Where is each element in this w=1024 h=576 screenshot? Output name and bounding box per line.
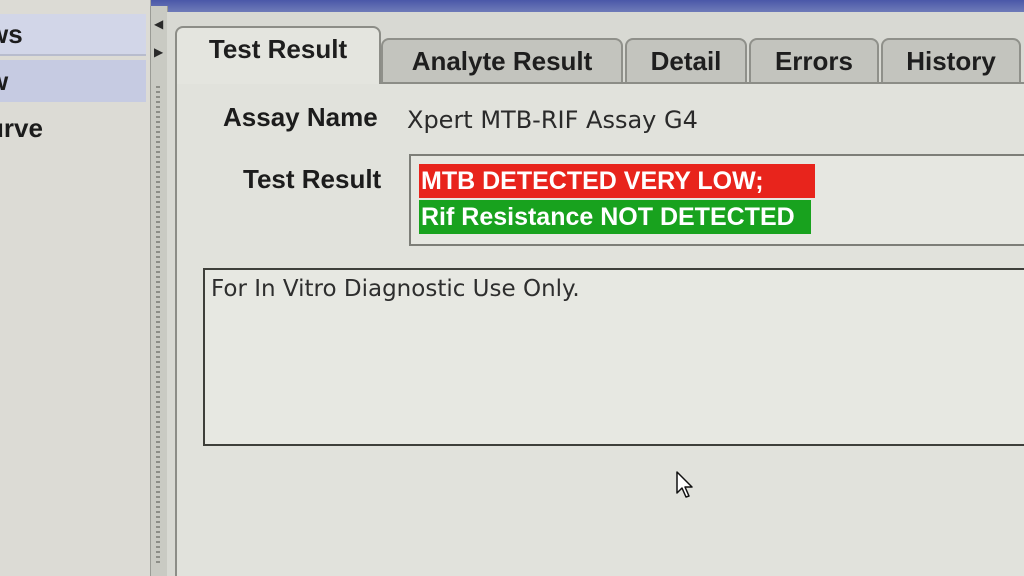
notes-text-area[interactable]: For In Vitro Diagnostic Use Only. [203, 268, 1024, 446]
triangle-left-icon[interactable]: ◀ [154, 18, 163, 30]
tab-bar: Test Result Analyte Result Detail Errors… [167, 22, 1024, 84]
tab-test-result[interactable]: Test Result [175, 26, 381, 84]
app-window: ws w urve ◀ ▶ Test Result Analyte Result… [0, 0, 1024, 576]
panel-splitter[interactable]: ◀ ▶ [150, 6, 168, 576]
left-navigation-panel: ws w urve [0, 0, 151, 576]
nav-item-label: ws [0, 19, 23, 49]
triangle-right-icon[interactable]: ▶ [154, 46, 163, 58]
nav-item-view[interactable]: w [0, 60, 146, 102]
splitter-grip[interactable] [156, 86, 160, 566]
test-result-box: MTB DETECTED VERY LOW; Rif Resistance NO… [409, 154, 1024, 246]
test-result-label: Test Result [243, 164, 382, 194]
mtb-result-line: MTB DETECTED VERY LOW; [419, 164, 815, 198]
notes-text: For In Vitro Diagnostic Use Only. [211, 276, 580, 302]
main-panel: Test Result Analyte Result Detail Errors… [167, 12, 1024, 576]
nav-item-label: urve [0, 113, 43, 143]
mouse-pointer-icon [676, 471, 693, 498]
tab-errors[interactable]: Errors [749, 38, 879, 82]
tab-analyte-result[interactable]: Analyte Result [381, 38, 623, 82]
assay-name-label: Assay Name [223, 102, 378, 132]
tab-detail[interactable]: Detail [625, 38, 747, 82]
tab-history[interactable]: History [881, 38, 1021, 82]
title-bar-strip [150, 0, 1024, 12]
nav-item-views[interactable]: ws [0, 14, 146, 56]
nav-item-curve[interactable]: urve [0, 108, 146, 148]
assay-name-value: Xpert MTB-RIF Assay G4 [407, 106, 698, 134]
nav-item-label: w [0, 66, 8, 96]
rif-result-line: Rif Resistance NOT DETECTED [419, 200, 811, 234]
test-result-panel: Assay Name Xpert MTB-RIF Assay G4 Test R… [175, 82, 1024, 576]
